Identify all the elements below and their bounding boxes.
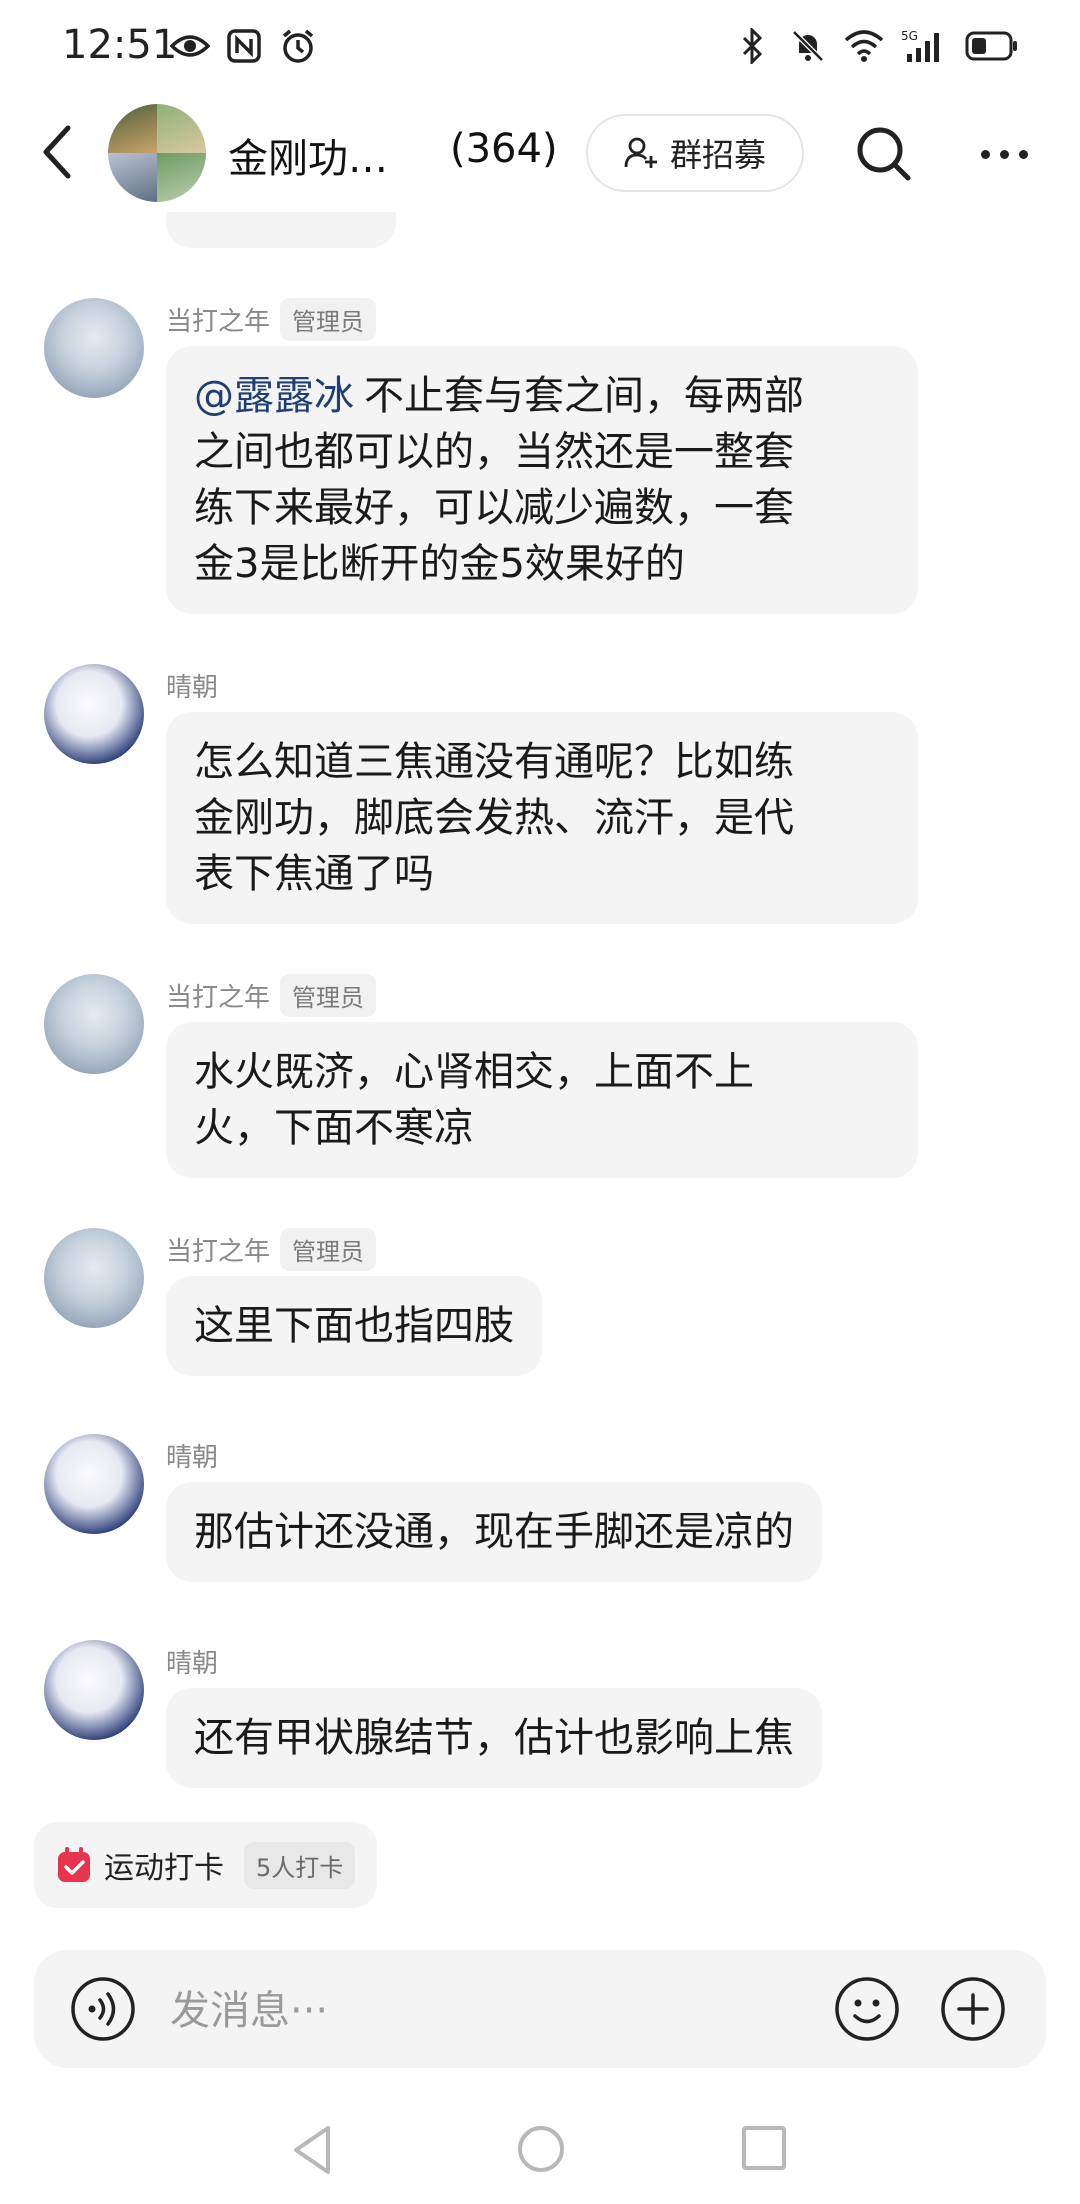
message-line: 那估计还没通，现在手脚还是凉的 — [194, 1509, 794, 1555]
message-line: 怎么知道三焦通没有通呢？比如练 — [194, 739, 794, 785]
previous-message-bubble[interactable] — [166, 212, 396, 248]
back-button[interactable] — [40, 120, 90, 184]
voice-input-button[interactable] — [70, 1976, 136, 2042]
mention-link[interactable]: @露露冰 — [194, 373, 354, 419]
sender-row: 当打之年 管理员 — [166, 297, 377, 341]
search-button[interactable] — [852, 122, 916, 186]
message-bubble[interactable]: 那估计还没通，现在手脚还是凉的 — [166, 1482, 822, 1582]
nav-recents-button[interactable] — [742, 2126, 786, 2170]
more-actions-button[interactable] — [940, 1976, 1006, 2042]
message-bubble[interactable]: 还有甲状腺结节，估计也影响上焦 — [166, 1688, 822, 1788]
message-bubble[interactable]: @露露冰 不止套与套之间，每两部 之间也都可以的，当然还是一整套 练下来最好，可以… — [166, 346, 918, 614]
plus-circle-icon — [941, 1977, 1005, 2041]
bluetooth-icon — [732, 26, 772, 66]
message-input[interactable] — [168, 1980, 732, 2042]
chat-header: 金刚功… (364) 群招募 — [0, 92, 1080, 212]
message-line: 练下来最好，可以减少遍数，一套 — [194, 485, 794, 531]
sender-name[interactable]: 当打之年 — [166, 301, 270, 338]
battery-icon — [964, 26, 1020, 66]
sender-name[interactable]: 晴朝 — [166, 1437, 218, 1474]
chat-message-list[interactable]: 当打之年 管理员 @露露冰 不止套与套之间，每两部 之间也都可以的，当然还是一整套… — [0, 212, 1080, 1822]
more-dot-icon — [1018, 149, 1028, 159]
sender-avatar[interactable] — [44, 298, 144, 398]
message-line: 这里下面也指四肢 — [194, 1303, 514, 1349]
calendar-check-icon — [58, 1847, 90, 1882]
message-line: 之间也都可以的，当然还是一整套 — [194, 429, 794, 475]
system-navigation-bar — [0, 2104, 1080, 2204]
status-left-icons — [170, 26, 318, 66]
more-dot-icon — [999, 149, 1009, 159]
checkin-label: 运动打卡 — [104, 1851, 224, 1886]
admin-badge: 管理员 — [280, 1227, 377, 1271]
mute-bell-icon — [788, 26, 828, 66]
signal-5g-icon: 5G — [900, 26, 948, 66]
admin-badge: 管理员 — [280, 297, 377, 341]
message-bubble[interactable]: 这里下面也指四肢 — [166, 1276, 542, 1376]
group-recruit-button[interactable]: 群招募 — [586, 114, 804, 192]
message-line: 火，下面不寒凉 — [194, 1105, 474, 1151]
network-label: 5G — [901, 29, 918, 43]
nav-back-button[interactable] — [290, 2124, 340, 2180]
wifi-icon — [844, 26, 884, 66]
sender-avatar[interactable] — [44, 974, 144, 1074]
voice-icon — [71, 1977, 135, 2041]
sender-name[interactable]: 晴朝 — [166, 667, 218, 704]
search-icon — [857, 127, 911, 181]
nav-home-button[interactable] — [518, 2126, 564, 2172]
sender-row: 当打之年 管理员 — [166, 973, 377, 1017]
more-dot-icon — [980, 149, 990, 159]
recruit-label: 群招募 — [669, 136, 766, 174]
message-line: 水火既济，心肾相交，上面不上 — [194, 1049, 754, 1095]
sender-avatar[interactable] — [44, 1640, 144, 1740]
member-count: (364) — [450, 126, 558, 172]
alarm-icon — [278, 26, 318, 66]
message-line: 金刚功，脚底会发热、流汗，是代 — [194, 795, 794, 841]
sender-row: 晴朝 — [166, 1434, 218, 1476]
status-right-icons: 5G — [732, 26, 1020, 66]
more-options-button[interactable] — [972, 126, 1036, 182]
smiley-icon — [835, 1977, 899, 2041]
sender-avatar[interactable] — [44, 664, 144, 764]
message-line: 还有甲状腺结节，估计也影响上焦 — [194, 1715, 794, 1761]
triangle-back-icon — [294, 2126, 330, 2174]
sender-avatar[interactable] — [44, 1228, 144, 1328]
sender-row: 晴朝 — [166, 664, 218, 706]
group-title[interactable]: 金刚功… — [228, 126, 388, 184]
admin-badge: 管理员 — [280, 973, 377, 1017]
checkin-count-badge: 5人打卡 — [244, 1841, 356, 1889]
nfc-icon — [224, 26, 264, 66]
status-time: 12:51 — [62, 22, 178, 68]
group-avatar[interactable] — [108, 104, 206, 202]
message-input-bar — [34, 1950, 1046, 2068]
add-person-icon — [624, 137, 657, 168]
sender-name[interactable]: 当打之年 — [166, 1231, 270, 1268]
exercise-checkin-chip[interactable]: 运动打卡 5人打卡 — [34, 1822, 378, 1908]
sender-avatar[interactable] — [44, 1434, 144, 1534]
eye-icon — [170, 26, 210, 66]
message-bubble[interactable]: 水火既济，心肾相交，上面不上 火，下面不寒凉 — [166, 1022, 918, 1178]
message-line: 金3是比断开的金5效果好的 — [194, 541, 685, 587]
emoji-button[interactable] — [834, 1976, 900, 2042]
chevron-left-icon — [43, 125, 71, 179]
sender-name[interactable]: 晴朝 — [166, 1643, 218, 1680]
status-bar: 12:51 5G — [0, 0, 1080, 92]
message-line: @露露冰 不止套与套之间，每两部 — [194, 373, 804, 419]
sender-name[interactable]: 当打之年 — [166, 977, 270, 1014]
sender-row: 晴朝 — [166, 1640, 218, 1682]
message-line: 表下焦通了吗 — [194, 851, 434, 897]
message-bubble[interactable]: 怎么知道三焦通没有通呢？比如练 金刚功，脚底会发热、流汗，是代 表下焦通了吗 — [166, 712, 918, 924]
sender-row: 当打之年 管理员 — [166, 1227, 377, 1271]
